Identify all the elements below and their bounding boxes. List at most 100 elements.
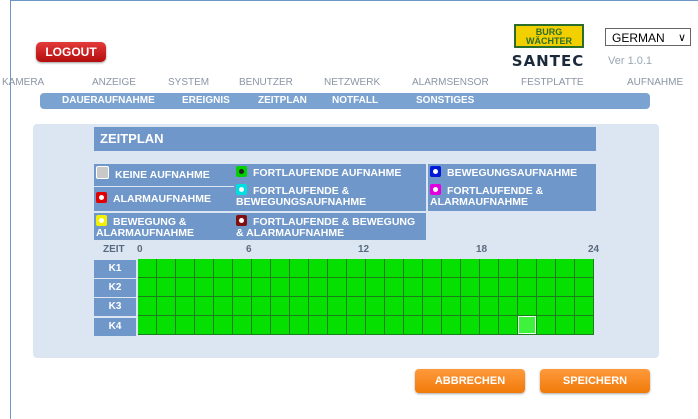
- logout-button[interactable]: LOGOUT: [36, 42, 106, 62]
- schedule-slot[interactable]: [480, 278, 499, 297]
- nav-aufnahme[interactable]: AUFNAHME: [627, 77, 683, 88]
- schedule-slot[interactable]: [138, 278, 157, 297]
- schedule-slot[interactable]: [480, 316, 499, 335]
- schedule-slot[interactable]: [442, 278, 461, 297]
- nav-system[interactable]: SYSTEM: [168, 77, 209, 88]
- legend-alarmaufnahme[interactable]: ALARMAUFNAHME: [94, 187, 234, 211]
- nav-alarmsensor[interactable]: ALARMSENSOR: [412, 77, 489, 88]
- schedule-slot[interactable]: [499, 259, 518, 278]
- schedule-slot[interactable]: [480, 297, 499, 316]
- schedule-slot[interactable]: [385, 297, 404, 316]
- schedule-slot[interactable]: [328, 259, 347, 278]
- schedule-slot[interactable]: [423, 259, 442, 278]
- schedule-slot[interactable]: [214, 297, 233, 316]
- nav-netzwerk[interactable]: NETZWERK: [324, 77, 380, 88]
- schedule-slot[interactable]: [442, 316, 461, 335]
- schedule-slot[interactable]: [404, 297, 423, 316]
- subnav-ereignis[interactable]: EREIGNIS: [182, 95, 230, 106]
- schedule-slot[interactable]: [214, 259, 233, 278]
- schedule-slot[interactable]: [233, 316, 252, 335]
- schedule-slot[interactable]: [499, 278, 518, 297]
- subnav-notfall[interactable]: NOTFALL: [332, 95, 378, 106]
- schedule-slot[interactable]: [556, 316, 575, 335]
- schedule-slot[interactable]: [347, 316, 366, 335]
- schedule-slot[interactable]: [195, 316, 214, 335]
- schedule-slot[interactable]: [442, 259, 461, 278]
- schedule-slot[interactable]: [195, 259, 214, 278]
- schedule-slot[interactable]: [138, 259, 157, 278]
- schedule-slot[interactable]: [518, 297, 537, 316]
- schedule-slot[interactable]: [575, 259, 594, 278]
- schedule-slot[interactable]: [309, 297, 328, 316]
- schedule-slot[interactable]: [214, 316, 233, 335]
- schedule-slot[interactable]: [423, 316, 442, 335]
- schedule-slot[interactable]: [309, 259, 328, 278]
- schedule-slot[interactable]: [290, 278, 309, 297]
- schedule-slot[interactable]: [385, 259, 404, 278]
- schedule-slot[interactable]: [309, 316, 328, 335]
- legend-fortlaufende-alarm[interactable]: FORTLAUFENDE & ALARMAUFNAHME: [428, 182, 596, 211]
- schedule-slot[interactable]: [366, 297, 385, 316]
- schedule-slot[interactable]: [157, 297, 176, 316]
- schedule-slot[interactable]: [385, 278, 404, 297]
- schedule-slot[interactable]: [157, 316, 176, 335]
- schedule-slot[interactable]: [290, 316, 309, 335]
- schedule-slot[interactable]: [176, 259, 195, 278]
- schedule-slot[interactable]: [461, 278, 480, 297]
- schedule-slot[interactable]: [233, 259, 252, 278]
- schedule-slot[interactable]: [461, 316, 480, 335]
- schedule-slot[interactable]: [252, 297, 271, 316]
- schedule-slot[interactable]: [157, 259, 176, 278]
- nav-festplatte[interactable]: FESTPLATTE: [521, 77, 584, 88]
- schedule-slot[interactable]: [518, 259, 537, 278]
- schedule-slot[interactable]: [537, 259, 556, 278]
- schedule-slot[interactable]: [271, 297, 290, 316]
- schedule-slot[interactable]: [328, 278, 347, 297]
- schedule-slot[interactable]: [328, 316, 347, 335]
- schedule-slot[interactable]: [442, 297, 461, 316]
- schedule-slot[interactable]: [575, 316, 594, 335]
- save-button[interactable]: SPEICHERN: [540, 369, 650, 393]
- schedule-slot[interactable]: [271, 278, 290, 297]
- legend-keine-aufnahme[interactable]: KEINE AUFNAHME: [94, 164, 234, 186]
- legend-fortlaufende-bewegung[interactable]: FORTLAUFENDE & BEWEGUNGSAUFNAHME: [234, 182, 426, 211]
- schedule-slot[interactable]: [195, 297, 214, 316]
- schedule-slot[interactable]: [404, 278, 423, 297]
- schedule-slot[interactable]: [423, 297, 442, 316]
- legend-fortlaufende-bewegung-alarm[interactable]: FORTLAUFENDE & BEWEGUNG & ALARMAUFNAHME: [234, 213, 426, 240]
- schedule-slot[interactable]: [575, 278, 594, 297]
- schedule-slot[interactable]: [252, 259, 271, 278]
- schedule-slot[interactable]: [461, 259, 480, 278]
- schedule-slot[interactable]: [176, 278, 195, 297]
- schedule-slot[interactable]: [176, 297, 195, 316]
- schedule-slot[interactable]: [518, 278, 537, 297]
- schedule-slot[interactable]: [518, 316, 537, 335]
- schedule-slot[interactable]: [214, 278, 233, 297]
- schedule-slot[interactable]: [347, 278, 366, 297]
- schedule-slot[interactable]: [556, 297, 575, 316]
- schedule-slot[interactable]: [575, 297, 594, 316]
- schedule-slot[interactable]: [271, 316, 290, 335]
- schedule-slot[interactable]: [328, 297, 347, 316]
- schedule-slot[interactable]: [404, 259, 423, 278]
- cancel-button[interactable]: ABBRECHEN: [415, 369, 525, 393]
- schedule-slot[interactable]: [233, 278, 252, 297]
- nav-benutzer[interactable]: BENUTZER: [239, 77, 293, 88]
- schedule-slot[interactable]: [195, 278, 214, 297]
- schedule-slot[interactable]: [537, 278, 556, 297]
- schedule-slot[interactable]: [556, 278, 575, 297]
- schedule-slot[interactable]: [252, 278, 271, 297]
- legend-bewegung-alarm[interactable]: BEWEGUNG & ALARMAUFNAHME: [94, 213, 234, 240]
- schedule-slot[interactable]: [347, 297, 366, 316]
- subnav-daueraufnahme[interactable]: DAUERAUFNAHME: [62, 95, 155, 106]
- schedule-slot[interactable]: [366, 316, 385, 335]
- schedule-slot[interactable]: [499, 297, 518, 316]
- schedule-slot[interactable]: [138, 316, 157, 335]
- subnav-sonstiges[interactable]: SONSTIGES: [416, 95, 474, 106]
- schedule-slot[interactable]: [366, 278, 385, 297]
- schedule-slot[interactable]: [252, 316, 271, 335]
- schedule-slot[interactable]: [499, 316, 518, 335]
- schedule-slot[interactable]: [157, 278, 176, 297]
- nav-anzeige[interactable]: ANZEIGE: [92, 77, 136, 88]
- language-select[interactable]: GERMAN ∨: [605, 28, 691, 46]
